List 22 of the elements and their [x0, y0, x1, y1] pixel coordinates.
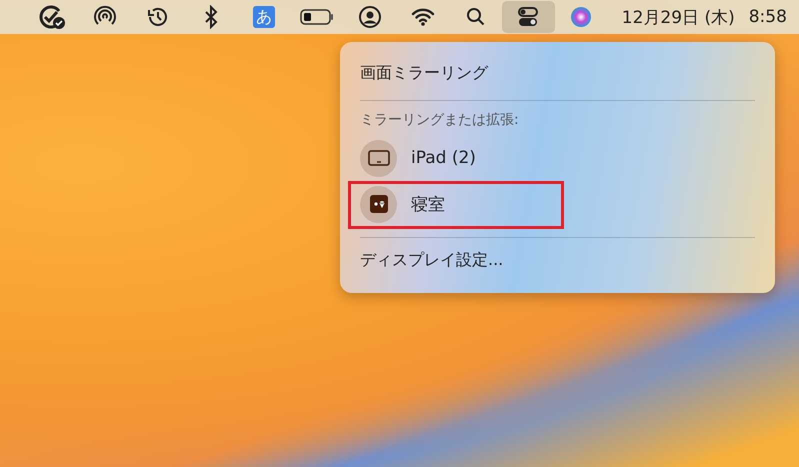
tv-box-icon: [370, 195, 388, 213]
bluetooth-icon[interactable]: [203, 5, 220, 29]
display-settings-link[interactable]: ディスプレイ設定...: [360, 250, 755, 271]
tablet-icon: [368, 150, 390, 166]
device-icon-circle[interactable]: [360, 186, 397, 222]
menu-bar-time: 8:58: [748, 7, 787, 27]
device-name[interactable]: 寝室: [411, 192, 445, 216]
device-icon-circle[interactable]: [360, 140, 397, 176]
panel-title: 画面ミラーリング: [360, 62, 490, 84]
device-name[interactable]: iPad (2): [411, 148, 476, 168]
siri-orb-icon[interactable]: [570, 6, 592, 28]
user-icon[interactable]: [358, 5, 382, 29]
battery-icon[interactable]: [300, 8, 334, 26]
menu-bar-item[interactable]: あ: [238, 1, 290, 33]
input-method-icon[interactable]: あ: [253, 6, 275, 28]
wifi-icon[interactable]: [410, 7, 435, 27]
menu-bar-item[interactable]: [502, 1, 555, 33]
toggle-switches-icon[interactable]: [517, 6, 540, 28]
menu-bar-date: 12月29日 (木): [622, 6, 735, 28]
search-icon[interactable]: [466, 7, 486, 27]
section-label: ミラーリングまたは拡張:: [360, 111, 520, 129]
checkmark-badge-icon[interactable]: [39, 4, 66, 30]
